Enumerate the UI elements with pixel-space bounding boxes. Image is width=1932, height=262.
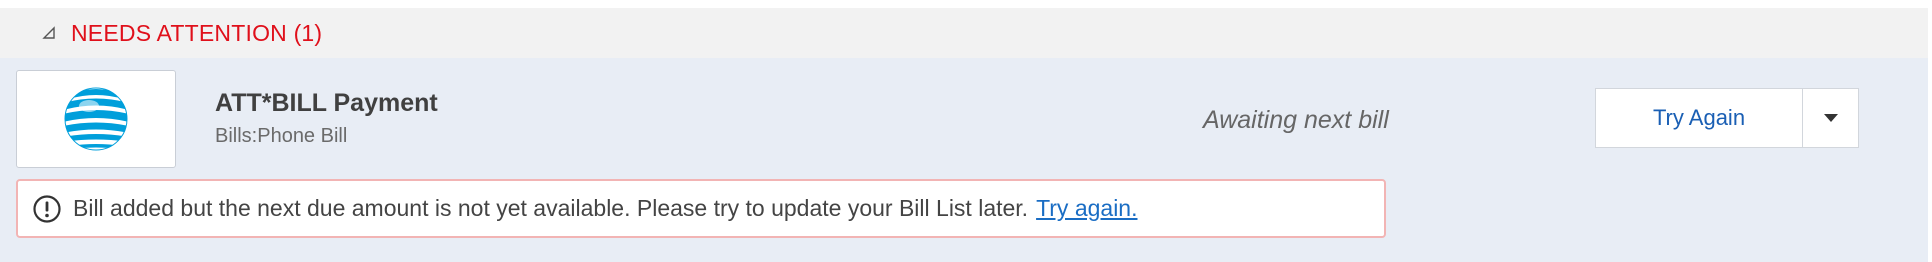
caret-down-icon (1823, 114, 1838, 122)
try-again-button[interactable]: Try Again (1595, 88, 1802, 148)
bill-category: Bills:Phone Bill (215, 125, 348, 147)
alert-text: Bill added but the next due amount is no… (73, 195, 1029, 221)
try-again-link[interactable]: Try again. (1036, 195, 1137, 222)
actions-dropdown-button[interactable] (1802, 88, 1859, 148)
try-again-split-button: Try Again (1595, 88, 1859, 148)
payee-logo (16, 70, 176, 168)
payee-name[interactable]: ATT*BILL Payment (215, 89, 438, 118)
bill-status: Awaiting next bill (1203, 106, 1389, 134)
att-globe-logo (64, 87, 128, 151)
collapse-triangle-icon[interactable] (38, 22, 60, 44)
section-title: NEEDS ATTENTION (1) (71, 19, 323, 46)
bill-item-panel: ATT*BILL Payment Bills:Phone Bill Awaiti… (0, 58, 1928, 262)
exclamation-circle-icon (32, 194, 62, 224)
needs-attention-header[interactable]: NEEDS ATTENTION (1) (0, 8, 1928, 58)
bill-alert-message: Bill added but the next due amount is no… (16, 179, 1386, 238)
